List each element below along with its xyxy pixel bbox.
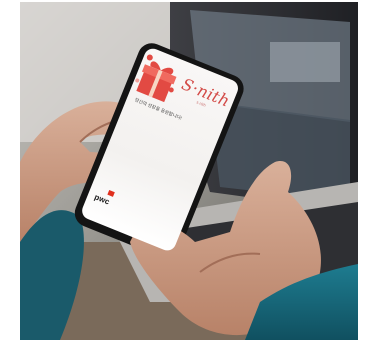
pwc-mark [107, 189, 115, 197]
photo: S·nith s·nith 당신의 성장을 응원합니다! pwc [20, 2, 358, 340]
